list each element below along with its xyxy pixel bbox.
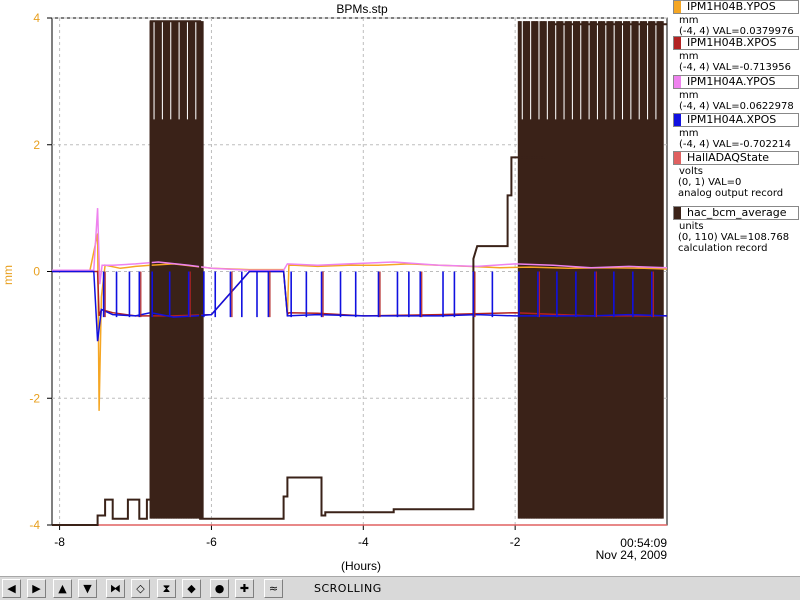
legend-unit: mm: [679, 15, 699, 26]
legend-series-button[interactable]: IPM1H04A.XPOS: [673, 113, 799, 127]
legend-swatch: [674, 37, 681, 49]
legend-record-type: calculation record: [678, 243, 768, 254]
x-tick-label: -6: [206, 535, 217, 549]
add-button[interactable]: ✚: [235, 579, 254, 598]
x-axis-label: (Hours): [341, 559, 381, 573]
legend-series-name: HallADAQState: [687, 151, 770, 164]
scroll-right-button[interactable]: ▶: [27, 579, 46, 598]
autoscale-button[interactable]: ●: [210, 579, 229, 598]
legend-panel: IPM1H04B.YPOS mm (-4, 4) VAL=0.0379976 IPM1…: [668, 0, 800, 560]
legend-series-button[interactable]: HallADAQState: [673, 151, 799, 165]
scroll-right-icon: ▶: [32, 582, 41, 595]
legend-series-button[interactable]: hac_bcm_average: [673, 206, 799, 220]
zoom-in-horizontal-button[interactable]: ⧓: [106, 579, 125, 598]
x-tick-label: -4: [358, 535, 369, 549]
legend-series-name: hac_bcm_average: [687, 206, 787, 219]
legend-unit: mm: [679, 90, 699, 101]
legend-record-type: analog output record: [678, 188, 784, 199]
scroll-down-icon: ▼: [83, 582, 92, 595]
end-date-label: Nov 24, 2009: [596, 548, 668, 562]
legend-unit: units: [679, 221, 704, 232]
add-icon: ✚: [239, 582, 250, 595]
scroll-up-button[interactable]: ▲: [53, 579, 72, 598]
zoom-out-horizontal-icon: ◇: [136, 582, 145, 595]
y-tick-label: 4: [33, 11, 40, 25]
y-axis: -4 -2 0 2 4: [29, 11, 52, 532]
status-label: SCROLLING: [314, 582, 382, 595]
legend-swatch: [674, 152, 681, 164]
legend-value: (0, 110) VAL=108.768: [678, 232, 790, 243]
zoom-out-vertical-icon: ◆: [187, 582, 196, 595]
legend-value: (-4, 4) VAL=-0.713956: [679, 62, 791, 73]
autoscale-icon: ●: [214, 582, 225, 595]
zoom-in-vertical-icon: ⧗: [162, 582, 171, 595]
legend-unit: mm: [679, 128, 699, 139]
x-tick-label: -2: [510, 535, 521, 549]
zoom-in-vertical-button[interactable]: ⧗: [157, 579, 176, 598]
legend-value: (-4, 4) VAL=-0.702214: [679, 139, 791, 150]
legend-swatch: [674, 114, 681, 126]
legend-swatch: [674, 76, 681, 88]
legend-series-button[interactable]: IPM1H04B.XPOS: [673, 36, 799, 50]
legend-series-button[interactable]: IPM1H04A.YPOS: [673, 75, 799, 89]
y-tick-label: -2: [29, 391, 40, 405]
scroll-left-icon: ◀: [7, 582, 16, 595]
legend-value: (-4, 4) VAL=0.0622978: [679, 101, 794, 112]
scroll-down-button[interactable]: ▼: [78, 579, 97, 598]
x-axis: -8 -6 -4 -2: [54, 525, 521, 549]
style-button[interactable]: ≈: [264, 579, 283, 598]
y-tick-label: 2: [33, 138, 40, 152]
legend-swatch: [674, 1, 681, 13]
legend-unit: mm: [679, 51, 699, 62]
scroll-up-icon: ▲: [58, 582, 67, 595]
legend-series-name: IPM1H04B.XPOS: [687, 36, 777, 49]
y-axis-label: mm: [1, 265, 15, 285]
style-icon: ≈: [268, 582, 279, 595]
y-tick-label: -4: [29, 518, 40, 532]
chart-title: BPMs.stp: [336, 2, 388, 16]
scroll-left-button[interactable]: ◀: [2, 579, 21, 598]
legend-series-name: IPM1H04B.YPOS: [687, 0, 776, 13]
legend-value: (0, 1) VAL=0: [678, 177, 742, 188]
zoom-in-horizontal-icon: ⧓: [110, 582, 121, 595]
zoom-out-horizontal-button[interactable]: ◇: [131, 579, 150, 598]
zoom-out-vertical-button[interactable]: ◆: [182, 579, 201, 598]
legend-series-name: IPM1H04A.YPOS: [687, 75, 776, 88]
y-tick-label: 0: [33, 265, 40, 279]
toolbar: ◀ ▶ ▲ ▼ ⧓ ◇ ⧗ ◆ ● ✚ ≈ SCROLLING: [0, 576, 800, 600]
legend-swatch: [674, 207, 681, 219]
x-tick-label: -8: [54, 535, 65, 549]
legend-series-name: IPM1H04A.XPOS: [687, 113, 777, 126]
legend-series-button[interactable]: IPM1H04B.YPOS: [673, 0, 799, 14]
legend-unit: volts: [679, 166, 703, 177]
